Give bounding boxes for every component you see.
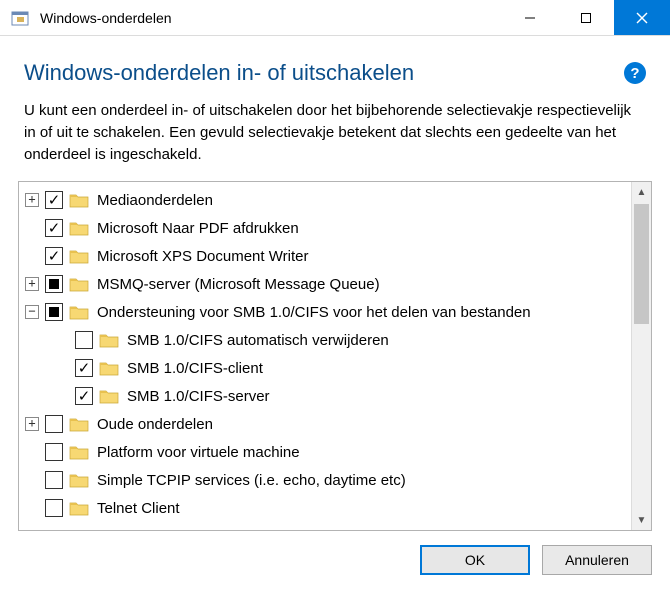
folder-icon (69, 276, 89, 292)
minimize-button[interactable] (502, 0, 558, 35)
tree-row[interactable]: SMB 1.0/CIFS-client (19, 354, 631, 382)
tree-row[interactable]: − Ondersteuning voor SMB 1.0/CIFS voor he… (19, 298, 631, 326)
folder-icon (69, 192, 89, 208)
folder-icon (99, 360, 119, 376)
expand-icon[interactable]: + (25, 277, 39, 291)
vertical-scrollbar[interactable]: ▲ ▼ (631, 182, 651, 530)
dialog-footer: OK Annuleren (0, 531, 670, 575)
feature-label: Microsoft XPS Document Writer (97, 248, 308, 265)
tree-row[interactable]: + Oude onderdelen (19, 410, 631, 438)
feature-checkbox[interactable] (45, 275, 63, 293)
feature-label: Simple TCPIP services (i.e. echo, daytim… (97, 472, 406, 489)
cancel-button[interactable]: Annuleren (542, 545, 652, 575)
caption-buttons (502, 0, 670, 35)
feature-checkbox[interactable] (45, 499, 63, 517)
feature-label: SMB 1.0/CIFS automatisch verwijderen (127, 332, 389, 349)
tree-scroll-area: + Mediaonderdelen Microsoft Naar PDF afdru… (19, 182, 631, 530)
feature-label: SMB 1.0/CIFS-server (127, 388, 270, 405)
feature-label: Platform voor virtuele machine (97, 444, 300, 461)
maximize-button[interactable] (558, 0, 614, 35)
tree-row[interactable]: + MSMQ-server (Microsoft Message Queue) (19, 270, 631, 298)
help-icon[interactable]: ? (624, 62, 646, 84)
page-title: Windows-onderdelen in- of uitschakelen (24, 60, 624, 86)
feature-label: Oude onderdelen (97, 416, 213, 433)
feature-checkbox[interactable] (45, 471, 63, 489)
tree-row[interactable]: Platform voor virtuele machine (19, 438, 631, 466)
description-text: U kunt een onderdeel in- of uitschakelen… (24, 100, 646, 165)
feature-checkbox[interactable] (45, 443, 63, 461)
feature-label: Ondersteuning voor SMB 1.0/CIFS voor het… (97, 304, 531, 321)
features-tree: + Mediaonderdelen Microsoft Naar PDF afdru… (18, 181, 652, 531)
content-area: Windows-onderdelen in- of uitschakelen ?… (0, 36, 670, 165)
scroll-thumb[interactable] (634, 204, 649, 324)
app-icon (10, 8, 30, 28)
feature-label: Telnet Client (97, 500, 180, 517)
folder-icon (99, 332, 119, 348)
titlebar: Windows-onderdelen (0, 0, 670, 36)
feature-checkbox[interactable] (45, 415, 63, 433)
scroll-down-arrow[interactable]: ▼ (632, 510, 651, 530)
feature-checkbox[interactable] (45, 303, 63, 321)
window-title: Windows-onderdelen (40, 10, 502, 26)
folder-icon (69, 500, 89, 516)
folder-icon (69, 304, 89, 320)
feature-label: SMB 1.0/CIFS-client (127, 360, 263, 377)
feature-checkbox[interactable] (45, 219, 63, 237)
tree-row[interactable]: Telnet Client (19, 494, 631, 522)
scroll-up-arrow[interactable]: ▲ (632, 182, 651, 202)
feature-label: Microsoft Naar PDF afdrukken (97, 220, 299, 237)
tree-row[interactable]: Microsoft Naar PDF afdrukken (19, 214, 631, 242)
tree-row[interactable]: SMB 1.0/CIFS-server (19, 382, 631, 410)
collapse-icon[interactable]: − (25, 305, 39, 319)
close-button[interactable] (614, 0, 670, 35)
tree-row[interactable]: SMB 1.0/CIFS automatisch verwijderen (19, 326, 631, 354)
folder-icon (69, 248, 89, 264)
folder-icon (69, 444, 89, 460)
expand-icon[interactable]: + (25, 193, 39, 207)
expand-icon[interactable]: + (25, 417, 39, 431)
feature-label: MSMQ-server (Microsoft Message Queue) (97, 276, 380, 293)
feature-label: Mediaonderdelen (97, 192, 213, 209)
folder-icon (69, 416, 89, 432)
tree-row[interactable]: Microsoft XPS Document Writer (19, 242, 631, 270)
feature-checkbox[interactable] (75, 359, 93, 377)
feature-checkbox[interactable] (75, 331, 93, 349)
tree-row[interactable]: + Mediaonderdelen (19, 186, 631, 214)
ok-button[interactable]: OK (420, 545, 530, 575)
folder-icon (69, 220, 89, 236)
feature-checkbox[interactable] (45, 191, 63, 209)
feature-checkbox[interactable] (75, 387, 93, 405)
feature-checkbox[interactable] (45, 247, 63, 265)
tree-row[interactable]: Simple TCPIP services (i.e. echo, daytim… (19, 466, 631, 494)
folder-icon (69, 472, 89, 488)
folder-icon (99, 388, 119, 404)
